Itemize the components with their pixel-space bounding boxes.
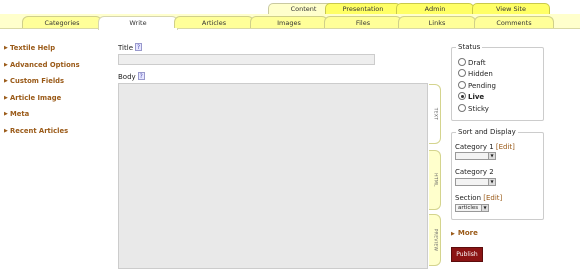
status-option-label: Hidden xyxy=(468,70,493,78)
status-option-label: Live xyxy=(468,93,485,101)
sidebar-item-label: Article Image xyxy=(10,93,62,102)
more-label: More xyxy=(457,229,478,237)
tab-comments[interactable]: Comments xyxy=(474,16,554,28)
tab-presentation[interactable]: Presentation xyxy=(325,3,401,14)
more-link[interactable]: ▶ More xyxy=(451,229,478,237)
radio-checked-icon[interactable] xyxy=(458,92,466,100)
tab-view-site[interactable]: View Site xyxy=(472,3,550,14)
category1-label: Category 1 xyxy=(455,143,494,151)
category1-edit-link[interactable]: [Edit] xyxy=(496,143,515,151)
sidebar-item-custom-fields[interactable]: ▶ Custom Fields xyxy=(4,76,104,87)
tab-categories[interactable]: Categories xyxy=(22,16,102,28)
category1-select[interactable]: ▼ xyxy=(455,152,496,160)
top-nav: Content Presentation Admin View Site xyxy=(0,0,580,14)
tab-links[interactable]: Links xyxy=(398,16,476,28)
sidebar: ▶ Textile Help ▶ Advanced Options ▶ Custom … xyxy=(4,43,104,142)
triangle-right-icon: ▶ xyxy=(4,61,8,68)
section-value: articles xyxy=(458,205,479,211)
title-label-row: Title? xyxy=(118,43,143,52)
triangle-right-icon: ▶ xyxy=(4,127,8,134)
help-icon[interactable]: ? xyxy=(135,43,143,51)
sidebar-item-label: Textile Help xyxy=(10,44,56,52)
status-fieldset: Status Draft Hidden Pending Live Sticky xyxy=(451,43,544,121)
status-option-draft[interactable]: Draft xyxy=(458,58,486,68)
section-edit-link[interactable]: [Edit] xyxy=(483,194,502,202)
view-tab-html-label: HTML xyxy=(432,173,437,187)
tab-admin[interactable]: Admin xyxy=(396,3,474,14)
help-icon[interactable]: ? xyxy=(137,72,145,80)
triangle-right-icon: ▶ xyxy=(4,78,8,84)
category1-label-row: Category 1 [Edit] xyxy=(455,143,515,151)
category2-label: Category 2 xyxy=(455,168,494,176)
view-tab-text-label: TEXT xyxy=(432,107,437,121)
body-label-row: Body? xyxy=(118,72,145,81)
tab-write[interactable]: Write xyxy=(98,16,178,30)
status-legend: Status xyxy=(456,43,483,51)
tab-files[interactable]: Files xyxy=(324,16,402,28)
sidebar-item-recent-articles[interactable]: ▶ Recent Articles xyxy=(4,126,104,137)
title-label: Title xyxy=(118,44,134,52)
sidebar-item-label: Custom Fields xyxy=(10,77,65,85)
view-tab-text[interactable]: TEXT xyxy=(429,84,441,144)
status-option-label: Pending xyxy=(468,82,496,90)
triangle-right-icon: ▶ xyxy=(4,111,8,117)
section-select[interactable]: articles ▼ xyxy=(455,204,489,212)
sidebar-item-article-image[interactable]: ▶ Article Image xyxy=(4,93,104,104)
status-option-label: Sticky xyxy=(468,105,489,113)
title-input[interactable] xyxy=(118,54,375,65)
chevron-down-icon: ▼ xyxy=(488,153,495,159)
view-tab-preview-label: PREVIEW xyxy=(432,228,437,252)
sidebar-item-advanced-options[interactable]: ▶ Advanced Options xyxy=(4,60,104,71)
triangle-right-icon: ▶ xyxy=(4,94,8,101)
category2-select[interactable]: ▼ xyxy=(455,178,496,186)
chevron-down-icon: ▼ xyxy=(481,205,488,211)
sidebar-item-label: Advanced Options xyxy=(10,60,80,69)
section-label-row: Section [Edit] xyxy=(455,194,502,202)
sidebar-item-label: Meta xyxy=(10,110,30,118)
triangle-right-icon: ▶ xyxy=(4,45,8,51)
status-option-live[interactable]: Live xyxy=(458,92,484,102)
radio-icon[interactable] xyxy=(458,81,466,89)
category2-label-row: Category 2 xyxy=(455,168,494,176)
body-textarea[interactable] xyxy=(118,83,428,269)
sidebar-item-label: Recent Articles xyxy=(10,126,69,135)
sort-display-legend: Sort and Display xyxy=(456,128,518,136)
sidebar-item-meta[interactable]: ▶ Meta xyxy=(4,109,104,120)
sort-display-fieldset: Sort and Display Category 1 [Edit] ▼ Cat… xyxy=(451,128,544,220)
tab-images[interactable]: Images xyxy=(250,16,328,28)
view-tab-html[interactable]: HTML xyxy=(429,150,441,210)
body-label: Body xyxy=(118,73,136,81)
sidebar-item-textile-help[interactable]: ▶ Textile Help xyxy=(4,43,104,54)
view-tab-preview[interactable]: PREVIEW xyxy=(429,214,441,266)
triangle-right-icon: ▶ xyxy=(451,231,455,237)
tab-articles[interactable]: Articles xyxy=(174,16,254,28)
sub-nav: Categories Write Articles Images Files L… xyxy=(0,14,580,30)
chevron-down-icon: ▼ xyxy=(488,179,495,185)
status-option-pending[interactable]: Pending xyxy=(458,81,496,91)
publish-button[interactable]: Publish xyxy=(451,247,483,262)
radio-icon[interactable] xyxy=(458,69,466,77)
radio-icon[interactable] xyxy=(458,58,466,66)
status-option-sticky[interactable]: Sticky xyxy=(458,104,489,114)
radio-icon[interactable] xyxy=(458,104,466,112)
status-option-hidden[interactable]: Hidden xyxy=(458,69,493,79)
section-label: Section xyxy=(455,194,482,202)
status-option-label: Draft xyxy=(468,59,486,67)
